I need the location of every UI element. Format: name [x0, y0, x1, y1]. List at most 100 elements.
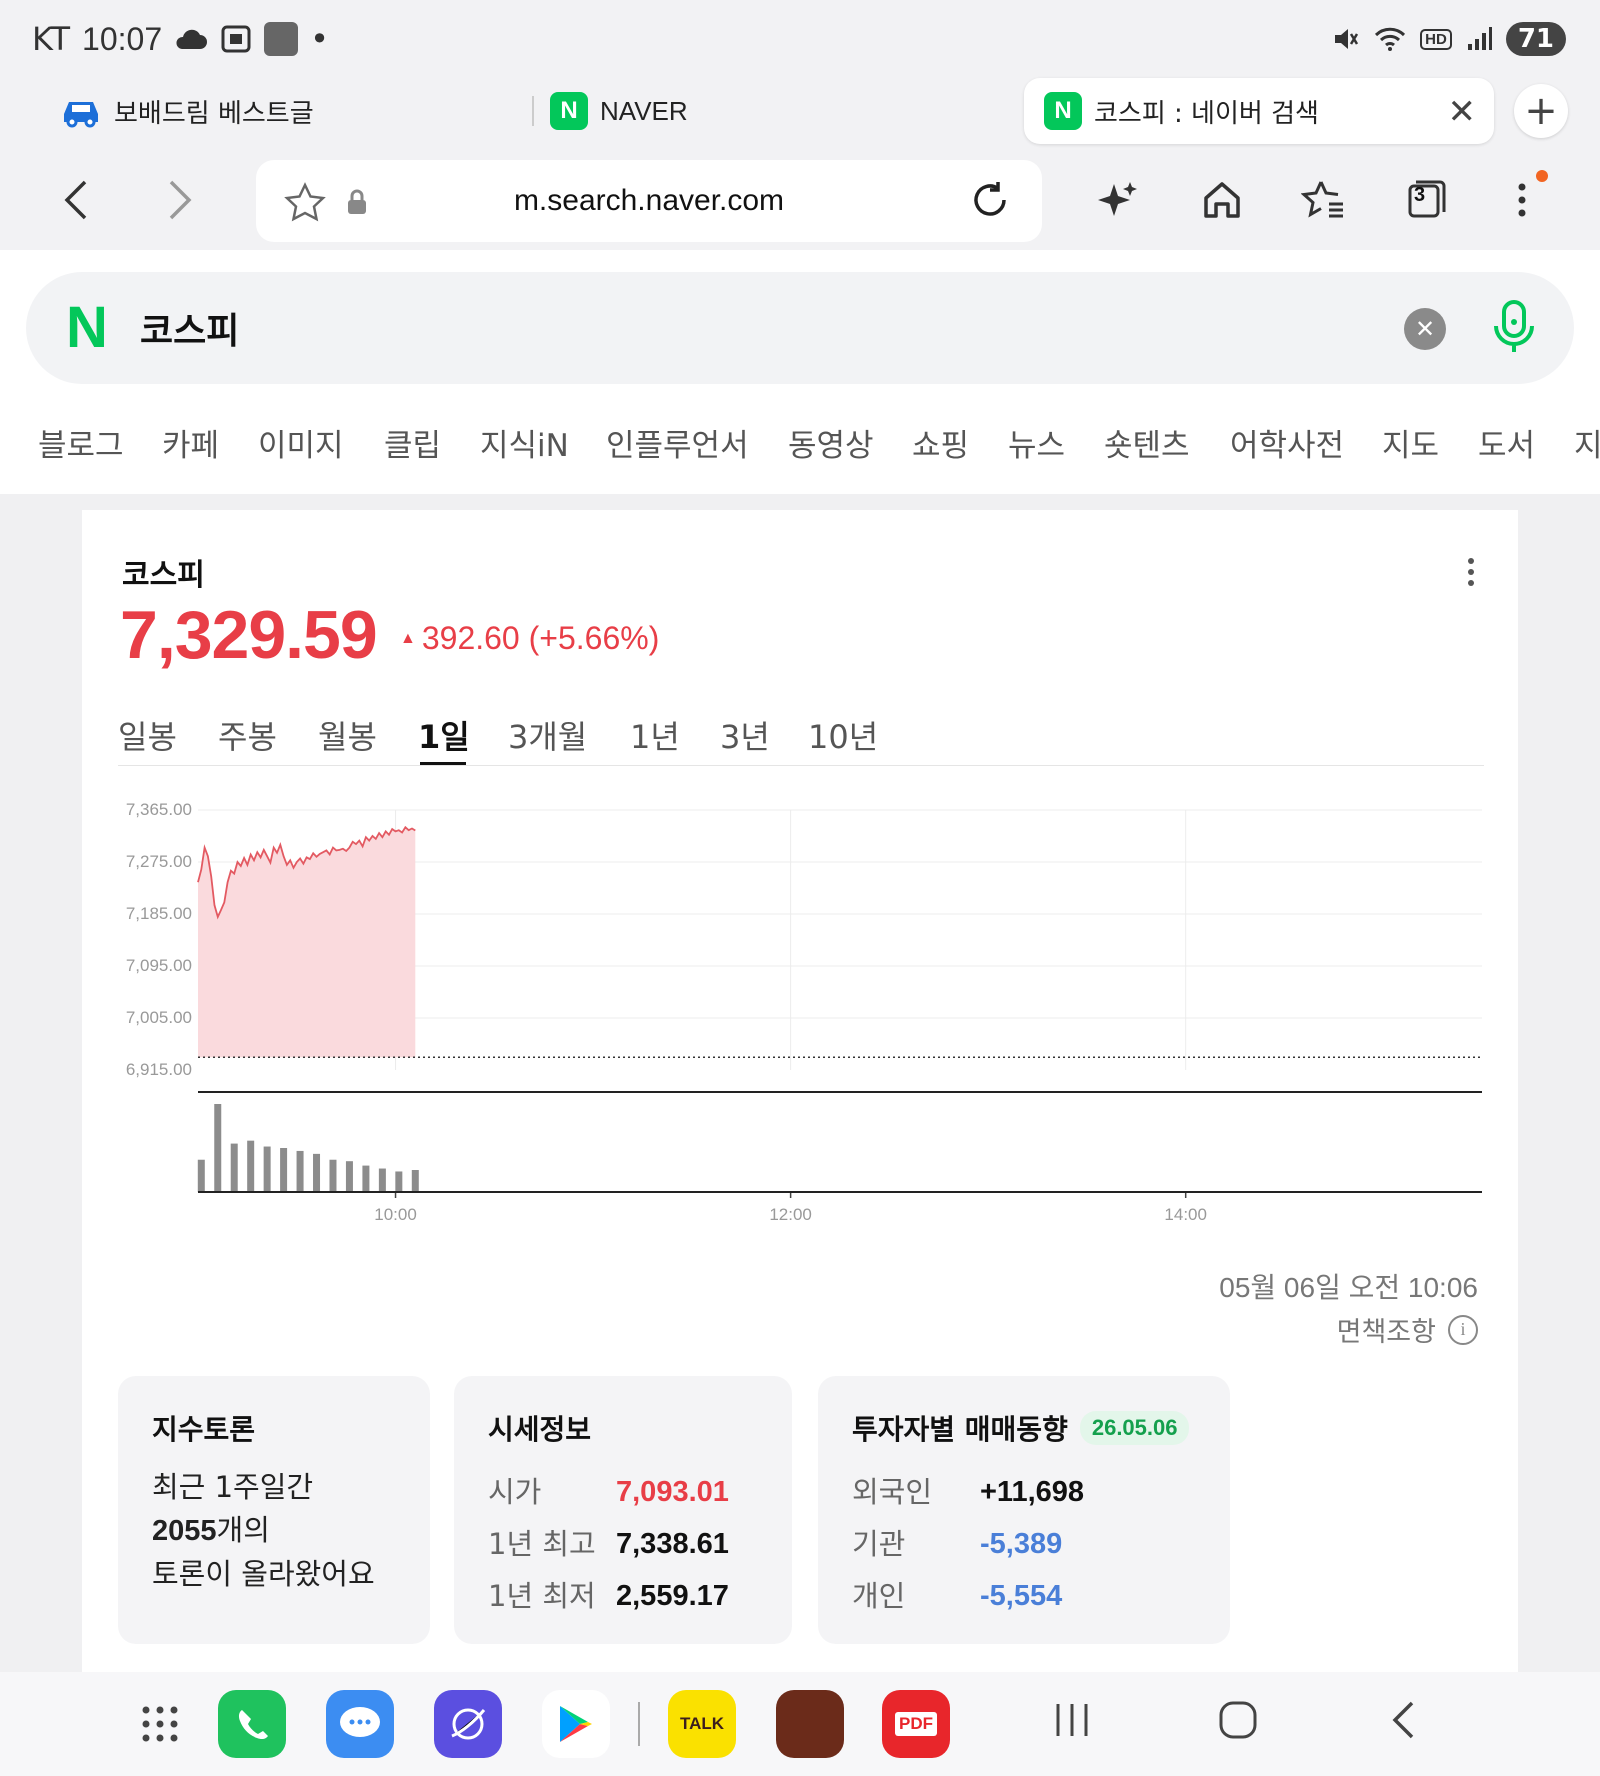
volume-bar: [214, 1104, 222, 1192]
status-bar: KT 10:07 • HD 71: [0, 0, 1600, 78]
tab-count: 3: [1414, 184, 1426, 206]
quote-value: 2,559.17: [616, 1580, 729, 1612]
vertical-tab-more[interactable]: 지: [1574, 420, 1600, 465]
internet-app-icon[interactable]: [434, 1690, 502, 1758]
pdf-app-icon[interactable]: PDF: [882, 1690, 950, 1758]
search-query[interactable]: 코스피: [140, 302, 239, 354]
microphone-icon[interactable]: [1488, 298, 1540, 358]
home-nav-icon[interactable]: [1218, 1700, 1258, 1751]
bookmarks-button[interactable]: [1296, 172, 1352, 228]
tab-kospi-search[interactable]: N 코스피 : 네이버 검색 ✕: [1024, 78, 1494, 144]
discussion-count: 2055: [152, 1515, 217, 1547]
menu-button[interactable]: [1494, 170, 1550, 228]
y-tick-label: 7,365.00: [126, 800, 192, 819]
app-drawer-icon[interactable]: [126, 1690, 194, 1758]
vertical-tab-shopping[interactable]: 쇼핑: [912, 420, 969, 465]
new-tab-button[interactable]: +: [1514, 84, 1568, 138]
y-tick-label: 7,185.00: [126, 904, 192, 923]
chevron-right-icon: [169, 180, 192, 220]
naver-logo[interactable]: N: [66, 299, 108, 357]
quote-title: 시세정보: [488, 1413, 592, 1446]
home-button[interactable]: [1194, 172, 1250, 228]
volume-bar: [362, 1165, 370, 1192]
vertical-tab-video[interactable]: 동영상: [788, 420, 874, 465]
quote-box[interactable]: 시세정보 시가 7,093.01 1년 최고 7,338.61 1년 최저 2,559…: [454, 1376, 792, 1644]
messages-app-icon[interactable]: [326, 1690, 394, 1758]
car-icon: [64, 102, 98, 128]
quote-row-open: 시가 7,093.01: [488, 1466, 758, 1518]
vertical-tab-shortents[interactable]: 숏텐츠: [1104, 420, 1190, 465]
vertical-tab-cafe[interactable]: 카페: [162, 420, 219, 465]
quote-label: 1년 최고: [488, 1527, 596, 1561]
quote-row-52w-high: 1년 최고 7,338.61: [488, 1518, 758, 1570]
quote-label: 시가: [488, 1475, 542, 1509]
game-app-icon[interactable]: [776, 1690, 844, 1758]
web-page: N 코스피 ✕ 블로그 카페 이미지 클립 지식iN 인플루언서 동영상 쇼핑 …: [0, 250, 1600, 1672]
kakaotalk-label: TALK: [679, 1714, 725, 1733]
volume-bar: [296, 1150, 304, 1192]
intraday-chart: 7,365.00 7,275.00 7,185.00 7,095.00 7,005.00…: [126, 800, 1482, 1224]
tabs-button[interactable]: 3: [1398, 172, 1454, 228]
chart-timestamp: 05월 06일 오전 10:06: [1219, 1272, 1478, 1303]
bottom-dock: TALK PDF: [0, 1672, 1600, 1776]
investor-value: -5,389: [980, 1528, 1063, 1560]
close-tab-icon[interactable]: ✕: [1448, 92, 1477, 132]
vertical-tab-map[interactable]: 지도: [1382, 420, 1439, 465]
vertical-tab-images[interactable]: 이미지: [258, 420, 344, 465]
volume-bar: [378, 1168, 386, 1192]
kakaotalk-app-icon[interactable]: TALK: [668, 1690, 736, 1758]
address-bar[interactable]: m.search.naver.com: [256, 160, 1042, 242]
more-vertical-icon: [1518, 183, 1526, 217]
vertical-tab-dictionary[interactable]: 어학사전: [1230, 420, 1344, 465]
more-notifications-dot: •: [310, 20, 329, 58]
discussion-count-suffix: 개의: [216, 1513, 270, 1547]
naver-favicon: N: [550, 92, 588, 130]
vertical-tab-clip[interactable]: 클립: [384, 420, 441, 465]
quote-row-52w-low: 1년 최저 2,559.17: [488, 1570, 758, 1622]
quote-label: 1년 최저: [488, 1579, 596, 1613]
x-tick-label: 14:00: [1164, 1205, 1207, 1224]
play-store-icon[interactable]: [542, 1690, 610, 1758]
discussion-line3: 토론이 올라왔어요: [152, 1557, 375, 1591]
stock-index-card: 코스피 7,329.59 ▲ 392.60 (+5.66%) 일봉 주봉 월봉 1…: [82, 510, 1518, 1672]
battery-indicator: 71: [1505, 22, 1566, 56]
phone-app-icon[interactable]: [218, 1690, 286, 1758]
vertical-tab-influencer[interactable]: 인플루언서: [606, 420, 749, 465]
investor-row-foreign: 외국인 +11,698: [852, 1466, 1196, 1518]
search-box[interactable]: N 코스피 ✕: [26, 272, 1574, 384]
pdf-label: PDF: [895, 1712, 937, 1736]
clear-search-icon[interactable]: ✕: [1404, 308, 1446, 350]
browser-tab-strip: 보배드림 베스트글 N NAVER N 코스피 : 네이버 검색 ✕ +: [0, 78, 1600, 148]
disclaimer-link[interactable]: 면책조항 i: [1337, 1310, 1478, 1349]
y-tick-label: 6,915.00: [126, 1060, 192, 1079]
forward-button[interactable]: [152, 172, 208, 228]
tab-naver[interactable]: N NAVER: [530, 78, 1000, 144]
url-text: m.search.naver.com: [513, 184, 785, 217]
recent-apps-icon[interactable]: [1054, 1700, 1090, 1751]
bookmarks-star-list-icon: [1301, 181, 1343, 218]
tab-bobaedream[interactable]: 보배드림 베스트글: [40, 78, 510, 144]
discussion-line1: 최근 1주일간: [152, 1470, 314, 1504]
disclaimer-label: 면책조항: [1336, 1317, 1436, 1348]
tab-title: 코스피 : 네이버 검색: [1094, 98, 1319, 129]
search-vertical-tabs: 블로그 카페 이미지 클립 지식iN 인플루언서 동영상 쇼핑 뉴스 숏텐츠 어…: [0, 420, 1600, 480]
investor-trend-box[interactable]: 투자자별 매매동향 26.05.06 외국인 +11,698 기관 -5,389 개인…: [818, 1376, 1230, 1644]
discussion-box[interactable]: 지수토론 최근 1주일간 2055개의 토론이 올라왔어요: [118, 1376, 430, 1644]
tabs-icon: [1408, 180, 1446, 218]
back-nav-icon[interactable]: [1390, 1700, 1416, 1751]
vertical-tab-books[interactable]: 도서: [1478, 420, 1535, 465]
tab-title: 보배드림 베스트글: [114, 98, 314, 129]
ai-assistant-button[interactable]: [1090, 172, 1146, 228]
volume-bar: [313, 1153, 321, 1192]
reload-icon[interactable]: [968, 178, 1012, 222]
home-icon: [1204, 182, 1240, 218]
clock: 10:07: [82, 20, 163, 57]
vertical-tab-blog[interactable]: 블로그: [38, 420, 124, 465]
back-button[interactable]: [48, 172, 104, 228]
vertical-tab-kin[interactable]: 지식iN: [480, 420, 569, 465]
info-icon: i: [1448, 1314, 1478, 1345]
app-notification-icon: [264, 22, 299, 56]
vertical-tab-news[interactable]: 뉴스: [1008, 420, 1065, 465]
x-tick-label: 12:00: [769, 1205, 812, 1224]
y-tick-label: 7,275.00: [126, 852, 192, 871]
